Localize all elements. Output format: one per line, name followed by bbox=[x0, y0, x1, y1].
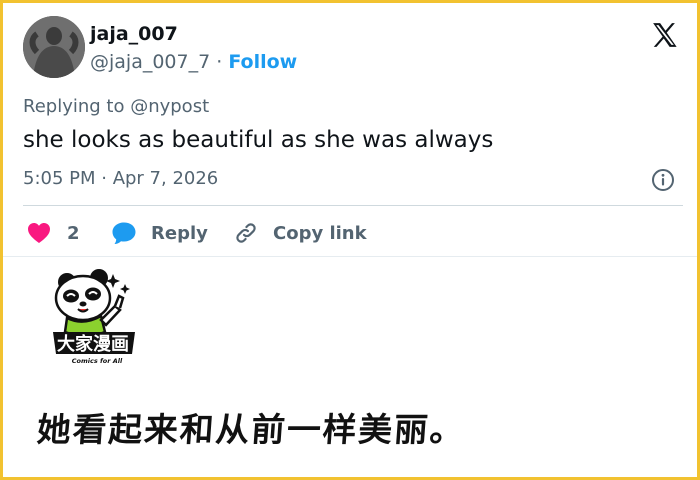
like-count: 2 bbox=[67, 222, 80, 244]
user-handle[interactable]: @jaja_007_7 bbox=[90, 51, 210, 73]
logo-subtext: Comics for All bbox=[72, 357, 123, 365]
reply-label: Reply bbox=[151, 222, 208, 244]
speech-bubble-icon bbox=[112, 222, 136, 244]
screenshot-frame: jaja_007 @jaja_007_7 · Follow Replying t… bbox=[3, 3, 697, 477]
reply-button[interactable]: Reply bbox=[111, 219, 208, 247]
display-name[interactable]: jaja_007 bbox=[90, 23, 178, 45]
translation-caption: 她看起来和从前一样美丽。 bbox=[35, 410, 467, 449]
info-icon[interactable] bbox=[651, 168, 675, 192]
x-logo-icon[interactable] bbox=[650, 20, 680, 50]
panda-mascot-logo: 大家漫画 Comics for All bbox=[53, 269, 135, 365]
replying-to-text: Replying to @nypost bbox=[23, 96, 210, 117]
heart-icon bbox=[28, 223, 50, 243]
link-icon bbox=[236, 223, 256, 243]
tweet-text: she looks as beautiful as she was always bbox=[23, 127, 494, 153]
separator-dot: · bbox=[210, 51, 229, 73]
like-button[interactable]: 2 bbox=[27, 219, 80, 247]
tweet-timestamp[interactable]: 5:05 PM · Apr 7, 2026 bbox=[23, 168, 218, 189]
handle-row: @jaja_007_7 · Follow bbox=[90, 51, 297, 73]
divider bbox=[23, 205, 683, 206]
card-bottom-edge bbox=[3, 256, 697, 257]
embedded-tweet-card: jaja_007 @jaja_007_7 · Follow Replying t… bbox=[3, 3, 697, 256]
logo-text: 大家漫画 bbox=[57, 333, 129, 355]
copy-link-button[interactable]: Copy link bbox=[233, 219, 367, 247]
follow-button[interactable]: Follow bbox=[228, 51, 297, 73]
avatar-figure bbox=[23, 16, 85, 78]
copy-link-label: Copy link bbox=[273, 222, 367, 244]
avatar[interactable] bbox=[23, 16, 85, 78]
